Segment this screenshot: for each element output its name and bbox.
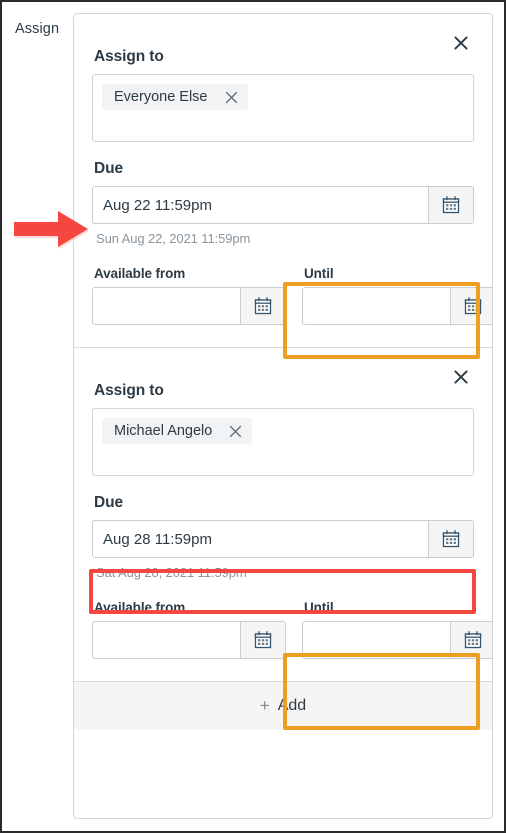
calendar-icon[interactable]: [450, 622, 492, 658]
due-input[interactable]: [93, 521, 428, 557]
close-icon[interactable]: [453, 369, 473, 389]
until-field: Until: [302, 600, 492, 659]
availability-row: Available from Until: [92, 266, 492, 325]
assign-gutter-label: Assign: [15, 21, 60, 37]
calendar-icon[interactable]: [428, 521, 473, 557]
assign-to-label: Assign to: [94, 382, 164, 399]
calendar-icon[interactable]: [450, 288, 492, 324]
available-from-input-group[interactable]: [92, 621, 286, 659]
add-button-label: Add: [277, 697, 307, 714]
assign-card: Assign to Michael Angelo Due Aug 28 11:5…: [74, 347, 492, 681]
assign-to-token-box[interactable]: Michael Angelo: [92, 408, 474, 476]
until-input[interactable]: [303, 622, 450, 658]
add-assignment-override-button[interactable]: + Add: [74, 681, 492, 730]
assignee-token: Michael Angelo: [102, 418, 253, 444]
available-from-field: Available from: [92, 266, 286, 325]
until-label: Until: [304, 266, 334, 281]
remove-assignee-icon[interactable]: [228, 424, 243, 439]
until-input[interactable]: [303, 288, 450, 324]
until-input-group[interactable]: [302, 287, 492, 325]
assign-to-label: Assign to: [94, 48, 164, 65]
assignee-token-label: Everyone Else: [114, 89, 208, 105]
available-from-input-group[interactable]: [92, 287, 286, 325]
due-label: Due: [94, 494, 123, 511]
assign-to-token-box[interactable]: Everyone Else: [92, 74, 474, 142]
assign-card: Assign to Everyone Else Due Aug 22 11:59…: [74, 14, 492, 347]
available-from-input[interactable]: [93, 288, 240, 324]
assignee-token-label: Michael Angelo: [114, 423, 213, 439]
until-input-group[interactable]: [302, 621, 492, 659]
due-helper-text: Sun Aug 22, 2021 11:59pm: [96, 231, 251, 246]
screenshot-root: Assign Assign to Everyone Else Due Aug 2…: [0, 0, 506, 833]
calendar-icon[interactable]: [428, 187, 473, 223]
due-input-group[interactable]: [92, 520, 474, 558]
until-field: Until: [302, 266, 492, 325]
remove-assignee-icon[interactable]: [224, 90, 239, 105]
due-label: Due: [94, 160, 123, 177]
assign-card-stack: Assign to Everyone Else Due Aug 22 11:59…: [73, 13, 493, 819]
due-helper-text: Sat Aug 28, 2021 11:59pm: [96, 565, 247, 580]
available-from-input[interactable]: [93, 622, 240, 658]
until-label: Until: [304, 600, 334, 615]
calendar-icon[interactable]: [240, 288, 285, 324]
due-input[interactable]: [93, 187, 428, 223]
plus-icon: +: [259, 696, 270, 715]
due-input-group[interactable]: [92, 186, 474, 224]
availability-row: Available from Until: [92, 600, 492, 659]
calendar-icon[interactable]: [240, 622, 285, 658]
close-icon[interactable]: [453, 35, 473, 55]
assignee-token: Everyone Else: [102, 84, 248, 110]
available-from-field: Available from: [92, 600, 286, 659]
available-from-label: Available from: [94, 266, 186, 281]
available-from-label: Available from: [94, 600, 186, 615]
